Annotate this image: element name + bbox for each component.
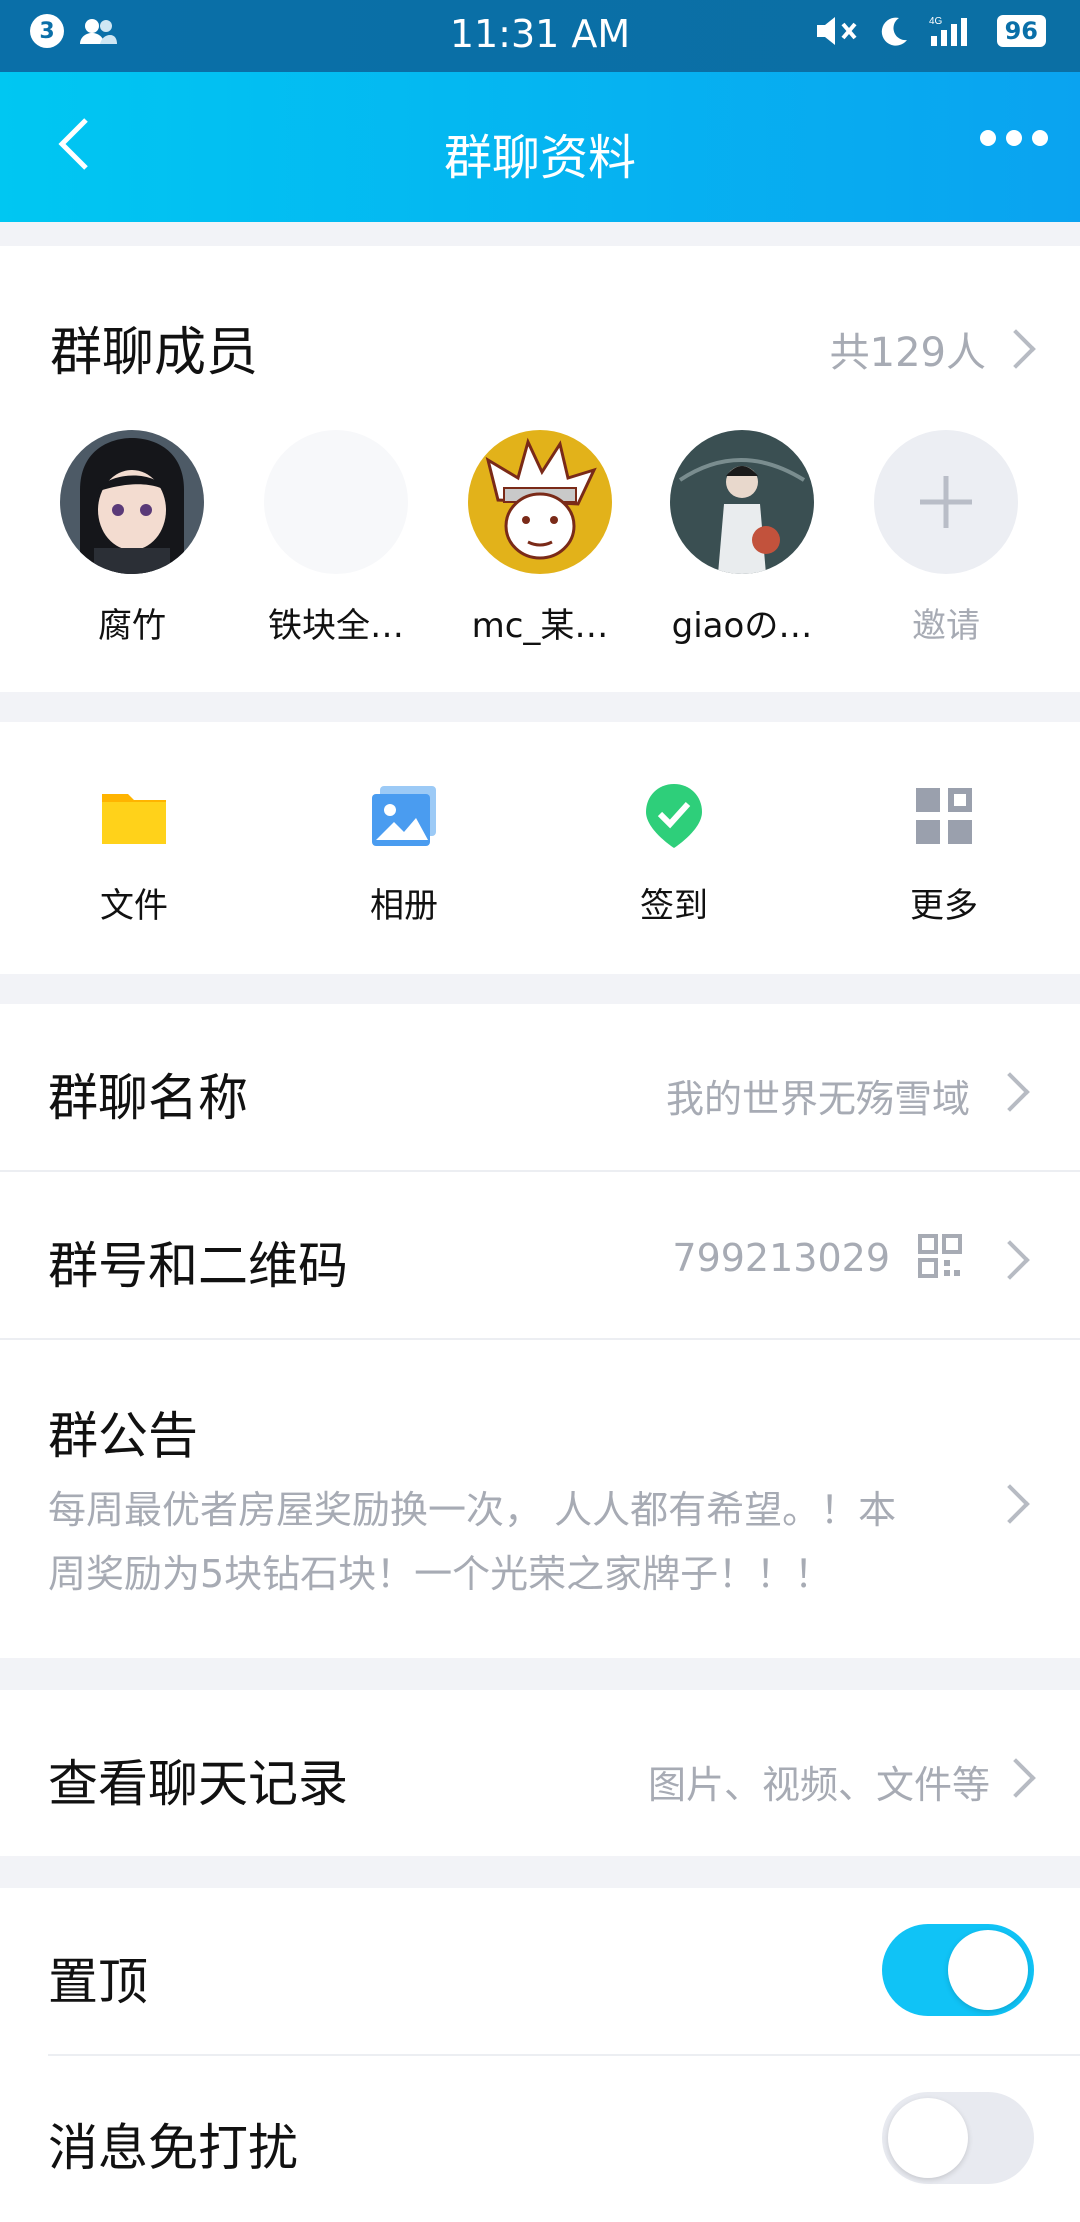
announcement-line: 周奖励为5块钻石块！一个光荣之家牌子！！！: [48, 1552, 833, 1596]
member-avatar: [468, 430, 612, 574]
pin-row: 置顶: [0, 1888, 1080, 2054]
pin-toggle[interactable]: [882, 1924, 1034, 2016]
signal-icon: 4G: [929, 16, 967, 46]
member-avatar: [670, 430, 814, 574]
invite-label: 邀请: [912, 606, 980, 646]
member-avatar: [60, 430, 204, 574]
members-count-link[interactable]: 共129人: [829, 320, 1036, 378]
announcement-row[interactable]: 群公告 每周最优者房屋奖励换一次， 人人都有希望。！本 周奖励为5块钻石块！一个…: [0, 1340, 1080, 1658]
album-icon: [372, 786, 436, 846]
chevron-right-icon: [996, 329, 1036, 369]
member-item[interactable]: 铁块全…: [246, 430, 426, 647]
checkin-icon: [646, 784, 702, 848]
chevron-right-icon: [990, 1072, 1030, 1112]
announcement-line: 每周最优者房屋奖励换一次， 人人都有希望。！本: [48, 1488, 897, 1532]
status-right: 4G 96: [815, 14, 1046, 48]
members-section: 群聊成员 共129人 腐竹 铁块全… mc_某… giaoの… 邀请: [0, 246, 1080, 692]
member-avatars: 腐竹 铁块全… mc_某… giaoの… 邀请: [0, 430, 1080, 660]
member-name: 腐竹: [98, 606, 166, 646]
announcement-label: 群公告: [48, 1407, 198, 1465]
member-name: mc_某…: [471, 606, 609, 646]
battery-indicator: 96: [996, 15, 1046, 47]
member-item[interactable]: mc_某…: [450, 430, 630, 647]
group-name-value: 我的世界无殇雪域: [665, 1077, 970, 1121]
quick-actions: 文件 相册 签到 更多: [0, 722, 1080, 974]
member-item[interactable]: giaoの…: [652, 430, 832, 647]
checkin-label: 签到: [640, 886, 708, 926]
chat-history-row[interactable]: 查看聊天记录 图片、视频、文件等: [0, 1690, 1080, 1856]
nav-bar: 群聊资料: [0, 72, 1080, 222]
toggle-settings: 置顶 消息免打扰: [0, 1888, 1080, 2222]
more-dot-icon: [1032, 130, 1048, 146]
plus-icon: [874, 430, 1018, 574]
more-action[interactable]: 更多: [844, 782, 1044, 927]
members-count: 共129人: [829, 330, 986, 376]
files-label: 文件: [100, 886, 168, 926]
album-label: 相册: [370, 886, 438, 926]
toggle-knob: [948, 1930, 1028, 2010]
members-title: 群聊成员: [50, 323, 259, 383]
toggle-knob: [888, 2098, 968, 2178]
group-id-label: 群号和二维码: [48, 1237, 348, 1295]
more-dot-icon: [980, 130, 996, 146]
files-action[interactable]: 文件: [34, 782, 234, 927]
more-options-button[interactable]: [980, 130, 1048, 146]
more-label: 更多: [910, 886, 978, 926]
member-name: 铁块全…: [268, 606, 404, 646]
pin-label: 置顶: [48, 1953, 148, 2011]
chat-history-item[interactable]: 查看聊天记录 图片、视频、文件等: [0, 1690, 1080, 1856]
invite-button[interactable]: 邀请: [856, 430, 1036, 647]
folder-icon: [102, 794, 166, 844]
grid-more-icon: [916, 788, 972, 844]
mute-icon: [816, 17, 857, 45]
moon-icon: [881, 17, 907, 46]
album-action[interactable]: 相册: [304, 782, 504, 927]
chevron-right-icon: [990, 1484, 1030, 1524]
chat-history-value: 图片、视频、文件等: [647, 1763, 990, 1807]
mute-label: 消息免打扰: [48, 2119, 298, 2177]
checkin-action[interactable]: 签到: [574, 782, 774, 927]
mute-toggle[interactable]: [882, 2092, 1034, 2184]
status-bar: 3 11:31 AM 4G 96: [0, 0, 1080, 72]
group-info-list: 群聊名称 我的世界无殇雪域 群号和二维码 799213029 群公告 每周最优者…: [0, 1004, 1080, 1658]
member-item[interactable]: 腐竹: [42, 430, 222, 647]
mute-row: 消息免打扰: [0, 2056, 1080, 2222]
more-dot-icon: [1006, 130, 1022, 146]
group-name-label: 群聊名称: [48, 1069, 248, 1127]
chevron-right-icon: [990, 1240, 1030, 1280]
group-id-row[interactable]: 群号和二维码 799213029: [0, 1172, 1080, 1338]
page-title: 群聊资料: [443, 130, 636, 186]
member-name: giaoの…: [671, 606, 813, 646]
chevron-right-icon: [996, 1758, 1036, 1798]
qr-code-icon: [918, 1234, 962, 1278]
chat-history-label: 查看聊天记录: [48, 1755, 348, 1813]
svg-text:4G: 4G: [929, 16, 943, 27]
member-avatar: [264, 430, 408, 574]
group-id-value: 799213029: [672, 1236, 890, 1280]
announcement-text: 每周最优者房屋奖励换一次， 人人都有希望。！本 周奖励为5块钻石块！一个光荣之家…: [48, 1478, 978, 1606]
group-name-row[interactable]: 群聊名称 我的世界无殇雪域: [0, 1004, 1080, 1170]
